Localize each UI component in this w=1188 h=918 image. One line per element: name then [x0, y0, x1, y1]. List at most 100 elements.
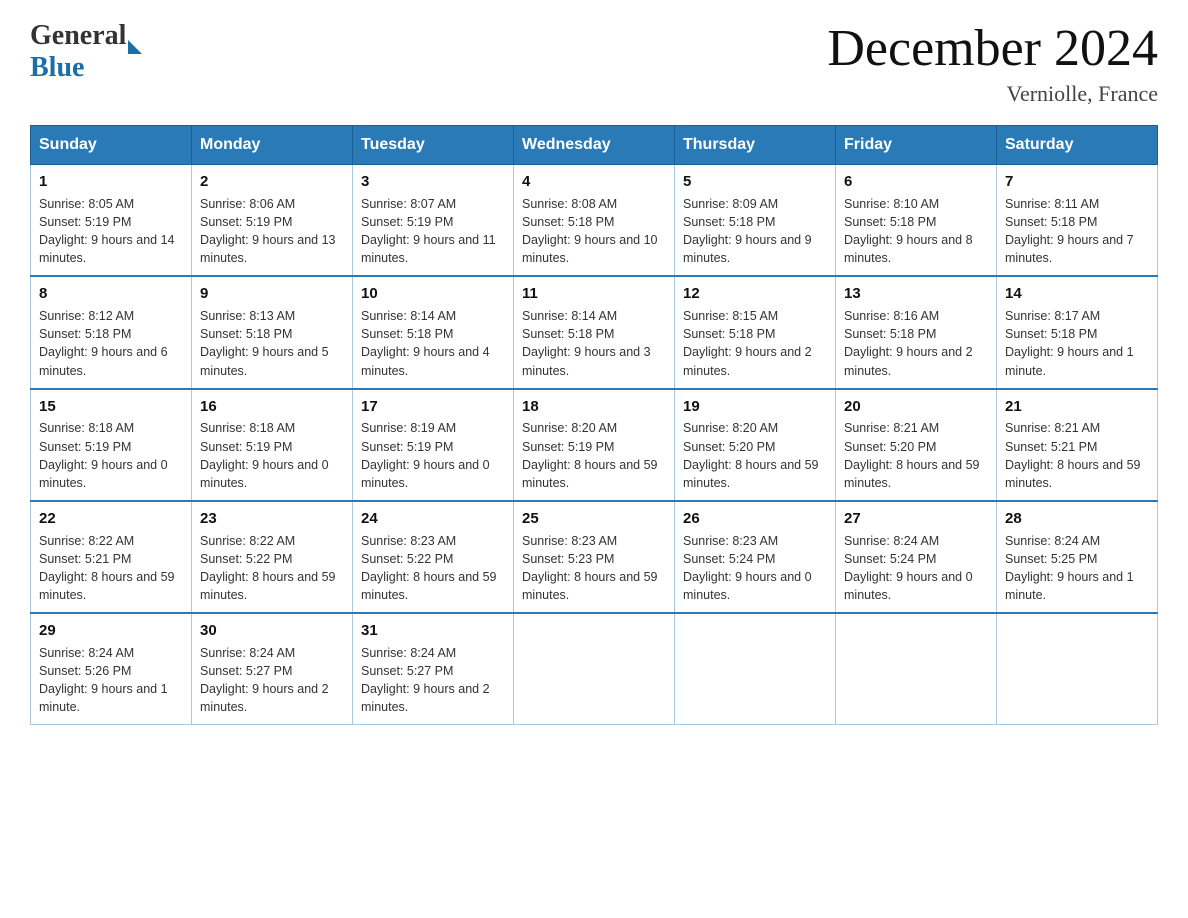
- day-info: Sunrise: 8:22 AMSunset: 5:22 PMDaylight:…: [200, 532, 344, 605]
- day-info: Sunrise: 8:18 AMSunset: 5:19 PMDaylight:…: [39, 419, 183, 492]
- header-day-saturday: Saturday: [997, 126, 1158, 165]
- day-info: Sunrise: 8:06 AMSunset: 5:19 PMDaylight:…: [200, 195, 344, 268]
- day-number: 12: [683, 283, 827, 305]
- day-number: 8: [39, 283, 183, 305]
- day-info: Sunrise: 8:24 AMSunset: 5:27 PMDaylight:…: [361, 644, 505, 717]
- title-block: December 2024 Verniolle, France: [827, 20, 1158, 107]
- calendar-cell: 15Sunrise: 8:18 AMSunset: 5:19 PMDayligh…: [31, 389, 192, 501]
- day-number: 30: [200, 620, 344, 642]
- day-info: Sunrise: 8:20 AMSunset: 5:19 PMDaylight:…: [522, 419, 666, 492]
- calendar-cell: 27Sunrise: 8:24 AMSunset: 5:24 PMDayligh…: [836, 501, 997, 613]
- day-info: Sunrise: 8:11 AMSunset: 5:18 PMDaylight:…: [1005, 195, 1149, 268]
- day-info: Sunrise: 8:10 AMSunset: 5:18 PMDaylight:…: [844, 195, 988, 268]
- day-info: Sunrise: 8:15 AMSunset: 5:18 PMDaylight:…: [683, 307, 827, 380]
- day-info: Sunrise: 8:19 AMSunset: 5:19 PMDaylight:…: [361, 419, 505, 492]
- calendar-header-row: SundayMondayTuesdayWednesdayThursdayFrid…: [31, 126, 1158, 165]
- day-number: 21: [1005, 396, 1149, 418]
- calendar-cell: 26Sunrise: 8:23 AMSunset: 5:24 PMDayligh…: [675, 501, 836, 613]
- calendar-week-row: 15Sunrise: 8:18 AMSunset: 5:19 PMDayligh…: [31, 389, 1158, 501]
- calendar-cell: [514, 613, 675, 725]
- calendar-cell: 10Sunrise: 8:14 AMSunset: 5:18 PMDayligh…: [353, 276, 514, 388]
- day-info: Sunrise: 8:17 AMSunset: 5:18 PMDaylight:…: [1005, 307, 1149, 380]
- calendar-week-row: 8Sunrise: 8:12 AMSunset: 5:18 PMDaylight…: [31, 276, 1158, 388]
- calendar-cell: 22Sunrise: 8:22 AMSunset: 5:21 PMDayligh…: [31, 501, 192, 613]
- day-info: Sunrise: 8:13 AMSunset: 5:18 PMDaylight:…: [200, 307, 344, 380]
- day-number: 6: [844, 171, 988, 193]
- page-header: General Blue December 2024 Verniolle, Fr…: [30, 20, 1158, 107]
- header-day-monday: Monday: [192, 126, 353, 165]
- calendar-cell: [836, 613, 997, 725]
- day-number: 24: [361, 508, 505, 530]
- logo-general-text: General: [30, 20, 126, 52]
- calendar-cell: 8Sunrise: 8:12 AMSunset: 5:18 PMDaylight…: [31, 276, 192, 388]
- calendar-cell: 28Sunrise: 8:24 AMSunset: 5:25 PMDayligh…: [997, 501, 1158, 613]
- day-info: Sunrise: 8:24 AMSunset: 5:26 PMDaylight:…: [39, 644, 183, 717]
- calendar-cell: 5Sunrise: 8:09 AMSunset: 5:18 PMDaylight…: [675, 165, 836, 277]
- day-number: 22: [39, 508, 183, 530]
- day-number: 16: [200, 396, 344, 418]
- calendar-cell: 31Sunrise: 8:24 AMSunset: 5:27 PMDayligh…: [353, 613, 514, 725]
- calendar-week-row: 1Sunrise: 8:05 AMSunset: 5:19 PMDaylight…: [31, 165, 1158, 277]
- header-day-sunday: Sunday: [31, 126, 192, 165]
- calendar-cell: 18Sunrise: 8:20 AMSunset: 5:19 PMDayligh…: [514, 389, 675, 501]
- header-day-wednesday: Wednesday: [514, 126, 675, 165]
- day-number: 23: [200, 508, 344, 530]
- calendar-cell: 14Sunrise: 8:17 AMSunset: 5:18 PMDayligh…: [997, 276, 1158, 388]
- day-number: 9: [200, 283, 344, 305]
- calendar-cell: 3Sunrise: 8:07 AMSunset: 5:19 PMDaylight…: [353, 165, 514, 277]
- month-title: December 2024: [827, 20, 1158, 77]
- calendar-cell: 21Sunrise: 8:21 AMSunset: 5:21 PMDayligh…: [997, 389, 1158, 501]
- day-info: Sunrise: 8:24 AMSunset: 5:27 PMDaylight:…: [200, 644, 344, 717]
- calendar-cell: 7Sunrise: 8:11 AMSunset: 5:18 PMDaylight…: [997, 165, 1158, 277]
- day-info: Sunrise: 8:21 AMSunset: 5:21 PMDaylight:…: [1005, 419, 1149, 492]
- calendar-cell: 12Sunrise: 8:15 AMSunset: 5:18 PMDayligh…: [675, 276, 836, 388]
- day-info: Sunrise: 8:24 AMSunset: 5:24 PMDaylight:…: [844, 532, 988, 605]
- day-number: 15: [39, 396, 183, 418]
- day-number: 4: [522, 171, 666, 193]
- day-number: 29: [39, 620, 183, 642]
- day-info: Sunrise: 8:05 AMSunset: 5:19 PMDaylight:…: [39, 195, 183, 268]
- day-number: 26: [683, 508, 827, 530]
- day-info: Sunrise: 8:20 AMSunset: 5:20 PMDaylight:…: [683, 419, 827, 492]
- day-info: Sunrise: 8:16 AMSunset: 5:18 PMDaylight:…: [844, 307, 988, 380]
- calendar-cell: 13Sunrise: 8:16 AMSunset: 5:18 PMDayligh…: [836, 276, 997, 388]
- day-number: 28: [1005, 508, 1149, 530]
- day-number: 5: [683, 171, 827, 193]
- day-number: 10: [361, 283, 505, 305]
- day-info: Sunrise: 8:12 AMSunset: 5:18 PMDaylight:…: [39, 307, 183, 380]
- calendar-cell: 17Sunrise: 8:19 AMSunset: 5:19 PMDayligh…: [353, 389, 514, 501]
- day-info: Sunrise: 8:18 AMSunset: 5:19 PMDaylight:…: [200, 419, 344, 492]
- calendar-cell: 25Sunrise: 8:23 AMSunset: 5:23 PMDayligh…: [514, 501, 675, 613]
- day-number: 2: [200, 171, 344, 193]
- calendar-cell: [997, 613, 1158, 725]
- day-number: 7: [1005, 171, 1149, 193]
- calendar-week-row: 29Sunrise: 8:24 AMSunset: 5:26 PMDayligh…: [31, 613, 1158, 725]
- calendar-cell: 6Sunrise: 8:10 AMSunset: 5:18 PMDaylight…: [836, 165, 997, 277]
- day-info: Sunrise: 8:14 AMSunset: 5:18 PMDaylight:…: [522, 307, 666, 380]
- day-info: Sunrise: 8:08 AMSunset: 5:18 PMDaylight:…: [522, 195, 666, 268]
- day-info: Sunrise: 8:22 AMSunset: 5:21 PMDaylight:…: [39, 532, 183, 605]
- day-number: 31: [361, 620, 505, 642]
- day-number: 3: [361, 171, 505, 193]
- header-day-tuesday: Tuesday: [353, 126, 514, 165]
- logo-blue-text: Blue: [30, 52, 84, 83]
- day-number: 17: [361, 396, 505, 418]
- header-day-thursday: Thursday: [675, 126, 836, 165]
- calendar-week-row: 22Sunrise: 8:22 AMSunset: 5:21 PMDayligh…: [31, 501, 1158, 613]
- day-info: Sunrise: 8:23 AMSunset: 5:23 PMDaylight:…: [522, 532, 666, 605]
- day-number: 14: [1005, 283, 1149, 305]
- day-info: Sunrise: 8:07 AMSunset: 5:19 PMDaylight:…: [361, 195, 505, 268]
- calendar-cell: 29Sunrise: 8:24 AMSunset: 5:26 PMDayligh…: [31, 613, 192, 725]
- day-info: Sunrise: 8:23 AMSunset: 5:24 PMDaylight:…: [683, 532, 827, 605]
- calendar-cell: 9Sunrise: 8:13 AMSunset: 5:18 PMDaylight…: [192, 276, 353, 388]
- day-number: 18: [522, 396, 666, 418]
- calendar-cell: 23Sunrise: 8:22 AMSunset: 5:22 PMDayligh…: [192, 501, 353, 613]
- calendar-cell: 1Sunrise: 8:05 AMSunset: 5:19 PMDaylight…: [31, 165, 192, 277]
- location-text: Verniolle, France: [827, 81, 1158, 107]
- day-info: Sunrise: 8:24 AMSunset: 5:25 PMDaylight:…: [1005, 532, 1149, 605]
- calendar-cell: 2Sunrise: 8:06 AMSunset: 5:19 PMDaylight…: [192, 165, 353, 277]
- day-info: Sunrise: 8:21 AMSunset: 5:20 PMDaylight:…: [844, 419, 988, 492]
- calendar-cell: 30Sunrise: 8:24 AMSunset: 5:27 PMDayligh…: [192, 613, 353, 725]
- calendar-table: SundayMondayTuesdayWednesdayThursdayFrid…: [30, 125, 1158, 725]
- day-info: Sunrise: 8:23 AMSunset: 5:22 PMDaylight:…: [361, 532, 505, 605]
